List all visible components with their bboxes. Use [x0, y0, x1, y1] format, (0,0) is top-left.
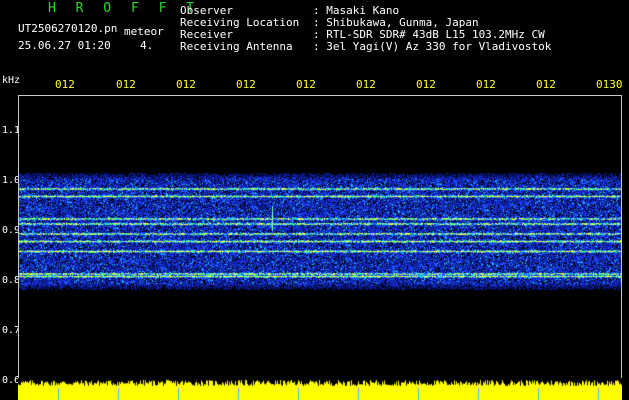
time-tick: 012 — [476, 78, 496, 91]
time-tick: 012 — [116, 78, 136, 91]
time-axis: 012 012 012 012 012 012 012 012 012 0130 — [0, 78, 629, 94]
observer-value: : Masaki Kano — [313, 4, 400, 17]
mode-label: meteor — [124, 25, 164, 38]
file-name: UT2506270120.pn — [18, 22, 118, 35]
station-name: H R O F F T — [48, 1, 201, 16]
time-tick: 012 — [356, 78, 376, 91]
antenna-value: : 3el Yagi(V) Az 330 for Vladivostok — [313, 40, 552, 53]
antenna-label: Receiving Antenna — [180, 40, 293, 53]
time-tick: 012 — [236, 78, 256, 91]
time-tick: 012 — [296, 78, 316, 91]
receiver-label: Receiver — [180, 28, 233, 41]
time-tick: 012 — [536, 78, 556, 91]
receiver-value: : RTL-SDR SDR# 43dB L15 103.2MHz CW — [313, 28, 545, 41]
time-tick: 0130 — [596, 78, 623, 91]
time-tick: 012 — [55, 78, 75, 91]
frequency-unit: kHz — [2, 75, 21, 86]
location-label: Receiving Location — [180, 16, 300, 29]
signal-power-strip — [18, 378, 622, 400]
location-value: : Shibukawa, Gunma, Japan — [313, 16, 479, 29]
date-time: 25.06.27 01:20 — [18, 39, 111, 52]
spectrogram-plot — [18, 95, 622, 382]
spectrogram-canvas — [19, 96, 621, 381]
count-label: 4. — [140, 39, 154, 52]
time-tick: 012 — [416, 78, 436, 91]
time-tick: 012 — [176, 78, 196, 91]
observer-label: Observer — [180, 4, 233, 17]
